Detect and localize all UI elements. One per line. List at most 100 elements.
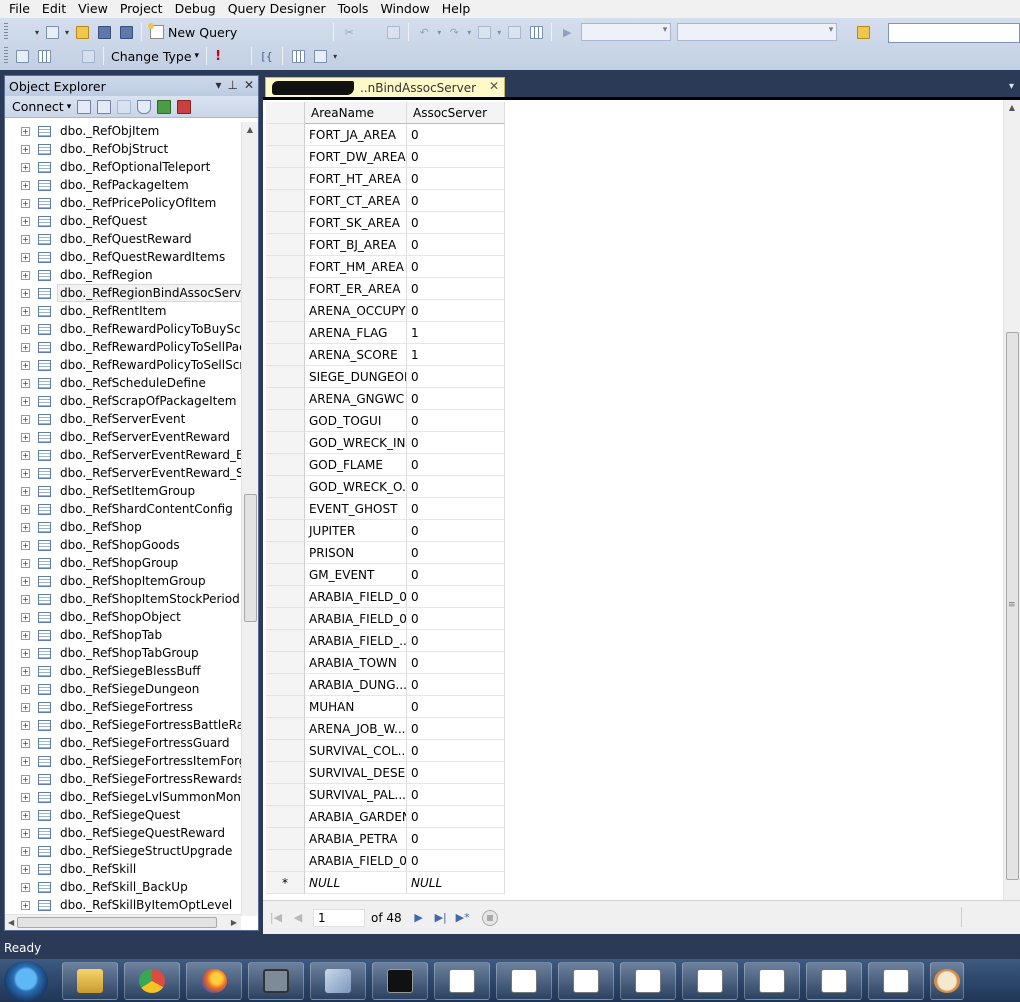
tree-item[interactable]: + dbo._RefSiegeLvlSummonMonster (5, 788, 241, 806)
taskbar-window-8[interactable] (868, 961, 924, 1000)
cell-assocserver[interactable]: 0 (407, 652, 505, 674)
new-row-icon[interactable]: ▶* (454, 909, 472, 927)
expand-icon[interactable]: + (21, 198, 30, 208)
row-selector[interactable] (266, 630, 305, 652)
tree-item[interactable]: + dbo._RefRegionBindAssocServer (5, 284, 241, 302)
expand-icon[interactable]: + (21, 756, 30, 766)
disconnect-icon[interactable] (97, 99, 112, 114)
cell-assocserver[interactable]: 0 (407, 740, 505, 762)
expand-icon[interactable]: + (21, 486, 30, 496)
expand-icon[interactable]: + (21, 378, 30, 388)
connect-object-explorer-icon[interactable] (77, 99, 92, 114)
navigate-forward-icon[interactable] (505, 23, 523, 41)
cell-areaname[interactable]: GOD_TOGUI (305, 410, 407, 432)
expand-icon[interactable]: + (21, 270, 30, 280)
expand-icon[interactable]: + (21, 864, 30, 874)
expand-icon[interactable]: + (21, 720, 30, 730)
expand-icon[interactable]: + (21, 540, 30, 550)
expand-icon[interactable]: + (21, 144, 30, 154)
cell-areaname[interactable]: ARABIA_DUNG... (305, 674, 407, 696)
expand-icon[interactable]: + (21, 846, 30, 856)
next-page-icon[interactable]: ▶ (410, 909, 428, 927)
row-selector[interactable] (266, 740, 305, 762)
cell-areaname[interactable]: ARABIA_FIELD_... (305, 630, 407, 652)
stop-icon[interactable] (117, 99, 132, 114)
expand-icon[interactable]: + (21, 252, 30, 262)
find-input[interactable] (888, 23, 1020, 43)
row-selector[interactable] (266, 718, 305, 740)
expand-icon[interactable]: + (21, 882, 30, 892)
cell-assocserver[interactable]: 0 (407, 410, 505, 432)
expand-icon[interactable]: + (21, 396, 30, 406)
copy-icon[interactable] (362, 23, 639, 111)
tree-item[interactable]: + dbo._RefSiegeFortressBattleRank (5, 716, 241, 734)
tree-item[interactable]: + dbo._RefRegion (5, 266, 241, 284)
row-selector[interactable] (266, 454, 305, 476)
tree-item[interactable]: + dbo._RefPricePolicyOfItem (5, 194, 241, 212)
cell-areaname[interactable]: GM_EVENT (305, 564, 407, 586)
expand-icon[interactable]: + (21, 216, 30, 226)
row-selector-header[interactable] (266, 102, 305, 124)
row-selector[interactable] (266, 784, 305, 806)
expand-icon[interactable]: + (21, 126, 30, 136)
activity-monitor-icon[interactable] (527, 23, 545, 41)
new-project-icon[interactable] (13, 23, 289, 111)
tree-item[interactable]: + dbo._RefRentItem (5, 302, 241, 320)
cell-areaname[interactable]: FORT_HM_AREA (305, 256, 407, 278)
tree-item[interactable]: + dbo._RefPackageItem (5, 176, 241, 194)
expand-icon[interactable]: + (21, 180, 30, 190)
cell-areaname[interactable]: ARABIA_TOWN (305, 652, 407, 674)
save-icon[interactable] (95, 23, 113, 41)
taskbar-ssms[interactable] (310, 961, 366, 1000)
tab-table-editor[interactable]: ..nBindAssocServer ✕ (265, 77, 505, 97)
expand-icon[interactable]: + (21, 342, 30, 352)
expand-icon[interactable]: + (21, 468, 30, 478)
grid-vertical-scrollbar[interactable]: ▲ ≡ (1003, 100, 1020, 900)
menu-item-edit[interactable]: Edit (36, 1, 72, 17)
tree-item[interactable]: + dbo._RefRewardPolicyToSellScrapItem (5, 356, 241, 374)
add-item-icon[interactable] (43, 23, 69, 41)
stop-icon[interactable] (481, 909, 498, 926)
verify-sql-syntax-icon[interactable] (227, 47, 504, 135)
row-selector[interactable] (266, 146, 305, 168)
expand-icon[interactable]: + (21, 162, 30, 172)
cell-assocserver[interactable]: 0 (407, 234, 505, 256)
cell-assocserver[interactable]: 0 (407, 828, 505, 850)
scroll-right-icon[interactable]: ▶ (231, 915, 237, 931)
expand-icon[interactable]: + (21, 810, 30, 820)
tree-item[interactable]: + dbo._RefShopTab (5, 626, 241, 644)
cell-areaname[interactable]: SIEGE_DUNGEON (305, 366, 407, 388)
expand-icon[interactable]: + (21, 828, 30, 838)
cell-assocserver[interactable]: 0 (407, 762, 505, 784)
add-table-icon[interactable] (289, 47, 307, 65)
cell-assocserver[interactable]: 0 (407, 278, 505, 300)
row-selector[interactable] (266, 234, 305, 256)
tree-item[interactable]: + dbo._RefQuestReward (5, 230, 241, 248)
tree-item[interactable]: + dbo._RefOptionalTeleport (5, 158, 241, 176)
execute-play-icon[interactable]: ▶ (558, 23, 576, 41)
cell-areaname[interactable]: ARENA_FLAG (305, 322, 407, 344)
cell-areaname[interactable]: JUPITER (305, 520, 407, 542)
cell-assocserver[interactable]: NULL (407, 872, 505, 894)
group-by-icon[interactable]: [{ (258, 47, 276, 65)
tree-item[interactable]: + dbo._RefSiegeQuestReward (5, 824, 241, 842)
cell-assocserver[interactable]: 0 (407, 366, 505, 388)
cell-assocserver[interactable]: 0 (407, 190, 505, 212)
show-results-pane-icon[interactable] (79, 47, 97, 65)
row-selector[interactable] (266, 256, 305, 278)
cell-assocserver[interactable]: 0 (407, 564, 505, 586)
cell-areaname[interactable]: GOD_WRECK_O... (305, 476, 407, 498)
solution-platforms-dropdown[interactable] (677, 23, 838, 41)
window-position-icon[interactable]: ▾ (215, 78, 221, 92)
new-query-button[interactable]: New Query (146, 22, 241, 42)
cell-assocserver[interactable]: 0 (407, 454, 505, 476)
cell-areaname[interactable]: FORT_SK_AREA (305, 212, 407, 234)
menu-item-window[interactable]: Window (374, 1, 435, 17)
cell-assocserver[interactable]: 0 (407, 784, 505, 806)
taskbar-firefox[interactable] (186, 961, 242, 1000)
toolbar-grip[interactable] (4, 47, 8, 65)
cell-assocserver[interactable]: 0 (407, 608, 505, 630)
expand-icon[interactable]: + (21, 558, 30, 568)
change-type-dropdown[interactable]: Change Type (108, 49, 202, 64)
tree-item[interactable]: + dbo._RefSiegeFortress (5, 698, 241, 716)
